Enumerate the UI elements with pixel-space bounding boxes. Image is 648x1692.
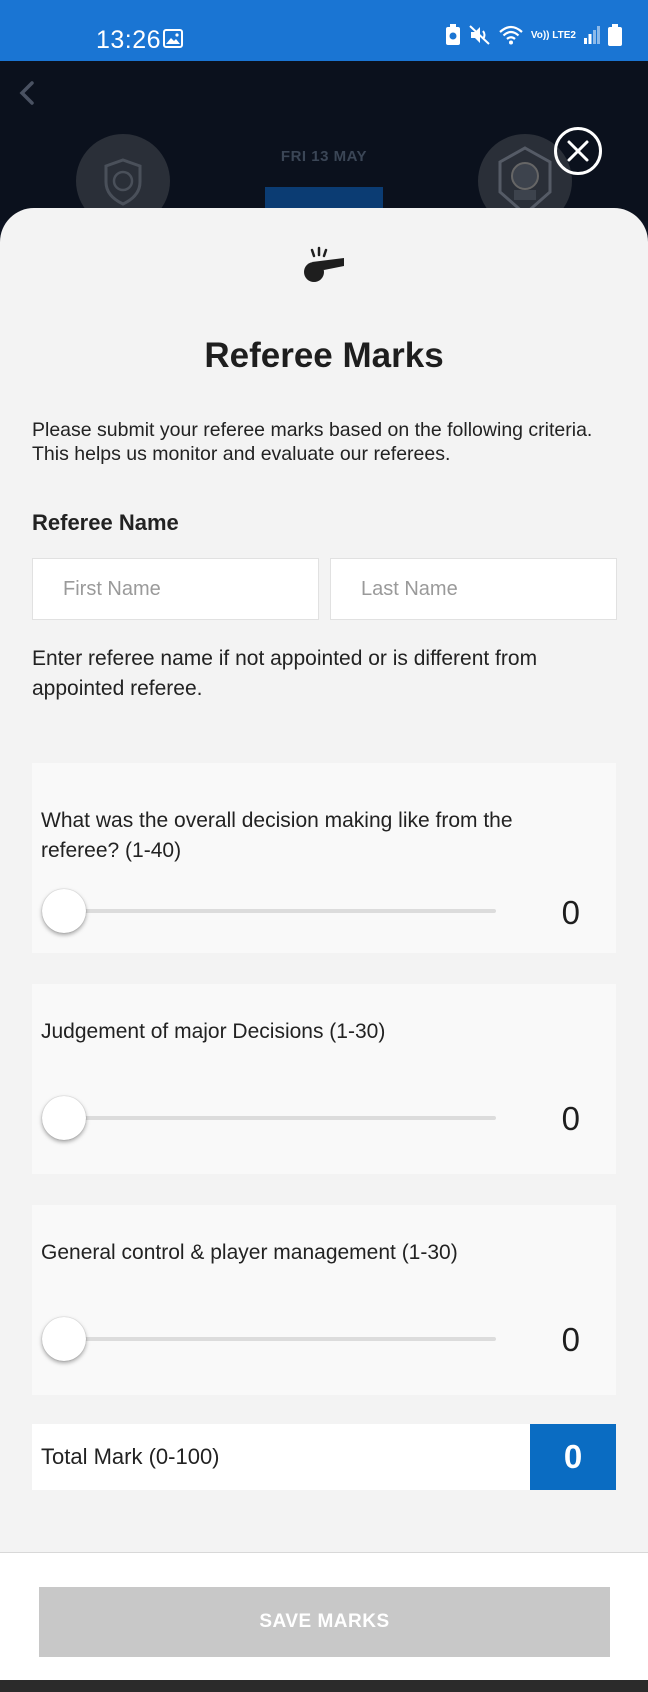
footer: SAVE MARKS bbox=[0, 1552, 648, 1680]
close-icon bbox=[567, 140, 589, 162]
match-date: FRI 13 MAY bbox=[280, 148, 368, 165]
status-icons: Vo)) LTE2 bbox=[445, 24, 622, 46]
referee-name-label: Referee Name bbox=[32, 510, 179, 535]
criterion-question: What was the overall decision making lik… bbox=[41, 809, 513, 862]
slider-track[interactable] bbox=[56, 1116, 496, 1120]
major-decisions-slider[interactable] bbox=[42, 1094, 496, 1142]
wifi-icon bbox=[499, 25, 523, 45]
status-bar: 13:26 Vo)) LTE2 bbox=[0, 0, 648, 61]
chevron-left-icon[interactable] bbox=[14, 80, 40, 106]
criterion-card: General control & player management (1-3… bbox=[32, 1205, 616, 1395]
slider-thumb[interactable] bbox=[42, 1096, 86, 1140]
close-button[interactable] bbox=[554, 127, 602, 175]
battery-saver-icon bbox=[445, 24, 460, 45]
mute-icon bbox=[469, 25, 490, 45]
total-mark-value: 0 bbox=[530, 1424, 616, 1490]
first-name-input[interactable] bbox=[32, 558, 319, 620]
battery-icon bbox=[608, 24, 622, 46]
network-type-label: Vo)) LTE2 bbox=[530, 29, 576, 41]
slider-track[interactable] bbox=[56, 1337, 496, 1341]
slider-thumb[interactable] bbox=[42, 889, 86, 933]
referee-name-help-text: Enter referee name if not appointed or i… bbox=[32, 647, 538, 700]
total-mark-row: Total Mark (0-100) 0 bbox=[32, 1424, 616, 1490]
slider-track[interactable] bbox=[56, 909, 496, 913]
intro-text: Please submit your referee marks based o… bbox=[32, 419, 593, 465]
criterion-card: Judgement of major Decisions (1-30) 0 bbox=[32, 984, 616, 1174]
page-title: Referee Marks bbox=[204, 336, 444, 375]
last-name-input[interactable] bbox=[330, 558, 617, 620]
whistle-icon bbox=[304, 246, 344, 282]
decision-making-slider[interactable] bbox=[42, 887, 496, 935]
system-navigation-bar bbox=[0, 1680, 648, 1692]
slider-thumb[interactable] bbox=[42, 1317, 86, 1361]
criterion-value: 0 bbox=[561, 894, 580, 931]
save-marks-button[interactable]: SAVE MARKS bbox=[39, 1587, 610, 1657]
criterion-question: General control & player management (1-3… bbox=[41, 1241, 458, 1264]
gallery-notification-icon bbox=[163, 29, 183, 48]
status-time: 13:26 bbox=[96, 26, 162, 54]
signal-icon bbox=[584, 26, 600, 44]
criterion-value: 0 bbox=[561, 1321, 580, 1358]
criterion-card: What was the overall decision making lik… bbox=[32, 763, 616, 953]
player-management-slider[interactable] bbox=[42, 1315, 496, 1363]
total-mark-label: Total Mark (0-100) bbox=[41, 1444, 220, 1469]
criterion-question: Judgement of major Decisions (1-30) bbox=[41, 1020, 386, 1043]
referee-marks-sheet: Referee Marks Please submit your referee… bbox=[0, 208, 648, 1552]
criterion-value: 0 bbox=[561, 1100, 580, 1137]
